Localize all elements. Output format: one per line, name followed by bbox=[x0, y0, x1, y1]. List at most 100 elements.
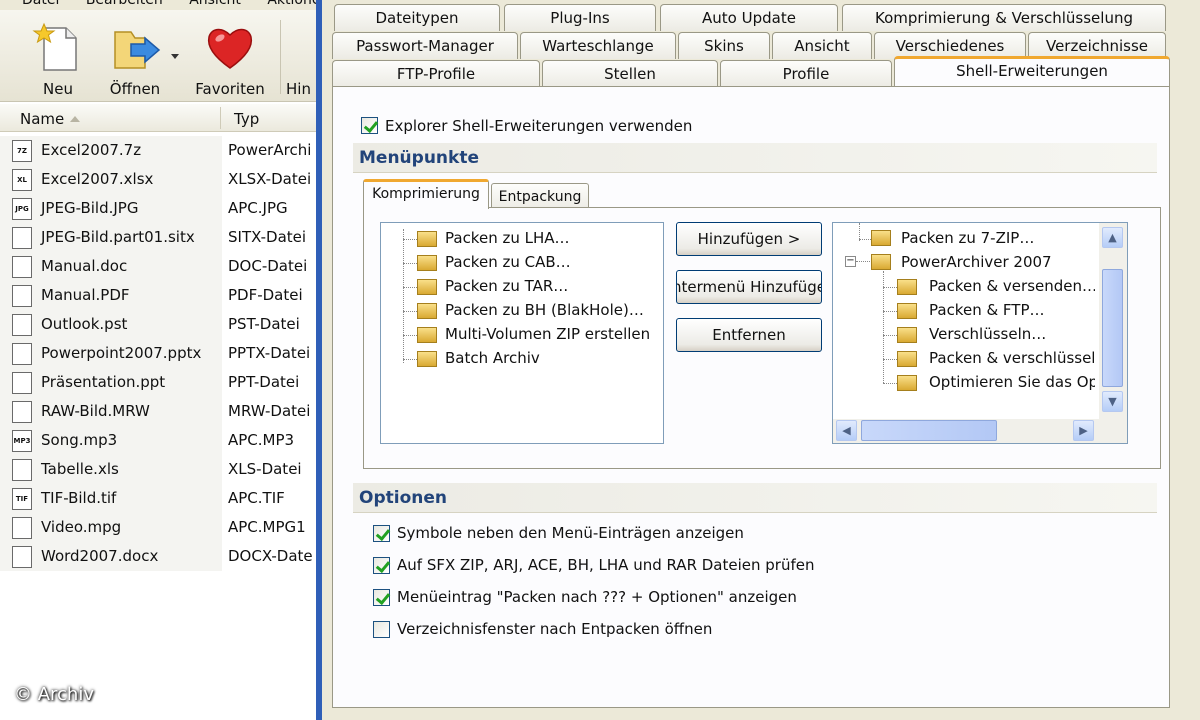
option-checkbox[interactable] bbox=[373, 621, 390, 638]
tab-verschiedenes[interactable]: Verschiedenes bbox=[874, 32, 1026, 59]
file-row[interactable]: Manual.PDF PDF-Datei bbox=[0, 281, 316, 310]
tree-child-item[interactable]: Verschlüsseln… bbox=[929, 325, 1095, 343]
menu-datei[interactable]: Datei bbox=[22, 0, 59, 8]
available-item[interactable]: Packen zu BH (BlakHole)… bbox=[445, 301, 644, 319]
remove-item-button[interactable]: Entfernen bbox=[676, 318, 822, 352]
tab-auto-update[interactable]: Auto Update bbox=[660, 4, 838, 31]
file-row[interactable]: Präsentation.ppt PPT-Datei bbox=[0, 368, 316, 397]
available-item[interactable]: Multi-Volumen ZIP erstellen bbox=[445, 325, 650, 343]
file-icon bbox=[12, 546, 32, 568]
file-row[interactable]: JPEG-Bild.part01.sitx SITX-Datei bbox=[0, 223, 316, 252]
tab-ansicht[interactable]: Ansicht bbox=[772, 32, 872, 59]
new-button[interactable]: Neu bbox=[28, 22, 88, 98]
tab-dateitypen[interactable]: Dateitypen bbox=[334, 4, 500, 31]
column-header-name[interactable]: Name bbox=[20, 110, 64, 128]
subtab-komprimierung[interactable]: Komprimierung bbox=[363, 179, 489, 209]
tree-child-item[interactable]: Optimieren Sie das Ope bbox=[929, 373, 1095, 391]
option-checkbox[interactable] bbox=[373, 557, 390, 574]
tab-stellen[interactable]: Stellen bbox=[542, 60, 718, 87]
tab-skins[interactable]: Skins bbox=[678, 32, 770, 59]
available-item[interactable]: Packen zu LHA… bbox=[445, 229, 570, 247]
tree-child-item[interactable]: Packen & versenden… bbox=[929, 277, 1095, 295]
tab-passwort-manager[interactable]: Passwort-Manager bbox=[332, 32, 518, 59]
open-dropdown-arrow-icon[interactable] bbox=[171, 54, 179, 59]
file-type: XLS-Datei bbox=[228, 460, 302, 478]
tree-line bbox=[403, 229, 404, 363]
column-header-type[interactable]: Typ bbox=[234, 110, 259, 128]
available-item[interactable]: Batch Archiv bbox=[445, 349, 540, 367]
available-item[interactable]: Packen zu CAB… bbox=[445, 253, 571, 271]
tree-line bbox=[856, 261, 870, 262]
file-row[interactable]: MP3 Song.mp3 APC.MP3 bbox=[0, 426, 316, 455]
scroll-down-icon[interactable]: ▼ bbox=[1102, 391, 1123, 412]
available-items-list[interactable]: Packen zu LHA… Packen zu CAB… Packen zu TA… bbox=[380, 222, 664, 444]
folder-icon bbox=[417, 255, 437, 271]
file-row[interactable]: 7Z Excel2007.7z PowerArchi bbox=[0, 136, 316, 165]
tree-item-group[interactable]: PowerArchiver 2007 bbox=[901, 253, 1052, 271]
tab-komprimierung-verschluesselung[interactable]: Komprimierung & Verschlüsselung bbox=[842, 4, 1166, 31]
new-label: Neu bbox=[43, 80, 73, 98]
folder-icon bbox=[417, 351, 437, 367]
tab-profile[interactable]: Profile bbox=[720, 60, 892, 87]
file-icon bbox=[12, 459, 32, 481]
folder-icon bbox=[871, 230, 891, 246]
file-row[interactable]: Video.mpg APC.MPG1 bbox=[0, 513, 316, 542]
option-checkbox[interactable] bbox=[373, 589, 390, 606]
horizontal-scrollbar[interactable]: ◀ ▶ bbox=[833, 419, 1127, 443]
tree-child-item[interactable]: Packen & verschlüsseln bbox=[929, 349, 1095, 367]
file-row[interactable]: XL Excel2007.xlsx XLSX-Datei bbox=[0, 165, 316, 194]
tab-shell-erweiterungen[interactable]: Shell-Erweiterungen bbox=[894, 56, 1170, 86]
folder-icon bbox=[417, 303, 437, 319]
use-shell-extensions-checkbox[interactable] bbox=[361, 117, 378, 134]
tree-child-item[interactable]: Packen & FTP… bbox=[929, 301, 1095, 319]
file-row[interactable]: TIF TIF-Bild.tif APC.TIF bbox=[0, 484, 316, 513]
tab-warteschlange[interactable]: Warteschlange bbox=[520, 32, 676, 59]
file-icon: 7Z bbox=[12, 140, 32, 162]
add-button[interactable]: Hin bbox=[286, 22, 316, 98]
scroll-right-icon[interactable]: ▶ bbox=[1073, 420, 1094, 441]
file-name: Excel2007.7z bbox=[41, 141, 142, 159]
option-checkbox[interactable] bbox=[373, 525, 390, 542]
file-name: Manual.PDF bbox=[41, 286, 130, 304]
favorites-button[interactable]: Favoriten bbox=[190, 22, 270, 98]
toolbar: Neu Öffnen Favoriten Hin bbox=[0, 10, 316, 102]
tree-line bbox=[883, 383, 897, 384]
subtab-entpackung[interactable]: Entpackung bbox=[491, 183, 589, 210]
file-type: XLSX-Datei bbox=[228, 170, 312, 188]
file-row[interactable]: Word2007.docx DOCX-Date bbox=[0, 542, 316, 571]
file-name: JPEG-Bild.JPG bbox=[41, 199, 139, 217]
tab-verzeichnisse[interactable]: Verzeichnisse bbox=[1028, 32, 1166, 59]
file-row[interactable]: Tabelle.xls XLS-Datei bbox=[0, 455, 316, 484]
tab-plug-ins[interactable]: Plug-Ins bbox=[504, 4, 656, 31]
open-label: Öffnen bbox=[109, 80, 161, 98]
file-name: Word2007.docx bbox=[41, 547, 159, 565]
menu-ansicht[interactable]: Ansicht bbox=[189, 0, 241, 8]
scroll-left-icon[interactable]: ◀ bbox=[836, 420, 857, 441]
column-divider[interactable] bbox=[220, 107, 221, 129]
selected-items-tree[interactable]: Packen zu 7-ZIP… − PowerArchiver 2007 Pa… bbox=[832, 222, 1128, 444]
file-row[interactable]: RAW-Bild.MRW MRW-Datei bbox=[0, 397, 316, 426]
tree-item-top[interactable]: Packen zu 7-ZIP… bbox=[901, 229, 1034, 247]
file-row[interactable]: JPG JPEG-Bild.JPG APC.JPG bbox=[0, 194, 316, 223]
menu-aktionen[interactable]: Aktionen bbox=[267, 0, 316, 8]
available-item[interactable]: Packen zu TAR… bbox=[445, 277, 568, 295]
tree-line bbox=[883, 311, 897, 312]
folder-icon bbox=[417, 279, 437, 295]
file-name: Outlook.pst bbox=[41, 315, 128, 333]
file-type: MRW-Datei bbox=[228, 402, 311, 420]
scroll-up-icon[interactable]: ▲ bbox=[1102, 227, 1123, 248]
file-row[interactable]: Outlook.pst PST-Datei bbox=[0, 310, 316, 339]
tab-ftp-profile[interactable]: FTP-Profile bbox=[332, 60, 540, 87]
collapse-icon[interactable]: − bbox=[845, 256, 856, 267]
add-submenu-button[interactable]: Untermenü Hinzufügen bbox=[676, 270, 822, 304]
file-icon: XL bbox=[12, 169, 32, 191]
horizontal-scroll-thumb[interactable] bbox=[861, 420, 997, 441]
file-row[interactable]: Powerpoint2007.pptx PPTX-Datei bbox=[0, 339, 316, 368]
vertical-scrollbar[interactable]: ▲ ▼ bbox=[1099, 223, 1127, 419]
menu-bearbeiten[interactable]: Bearbeiten bbox=[86, 0, 163, 8]
add-item-button[interactable]: Hinzufügen > bbox=[676, 222, 822, 256]
vertical-scroll-thumb[interactable] bbox=[1102, 269, 1123, 387]
file-row[interactable]: Manual.doc DOC-Datei bbox=[0, 252, 316, 281]
open-button[interactable]: Öffnen bbox=[100, 22, 181, 98]
folder-icon bbox=[871, 254, 891, 270]
